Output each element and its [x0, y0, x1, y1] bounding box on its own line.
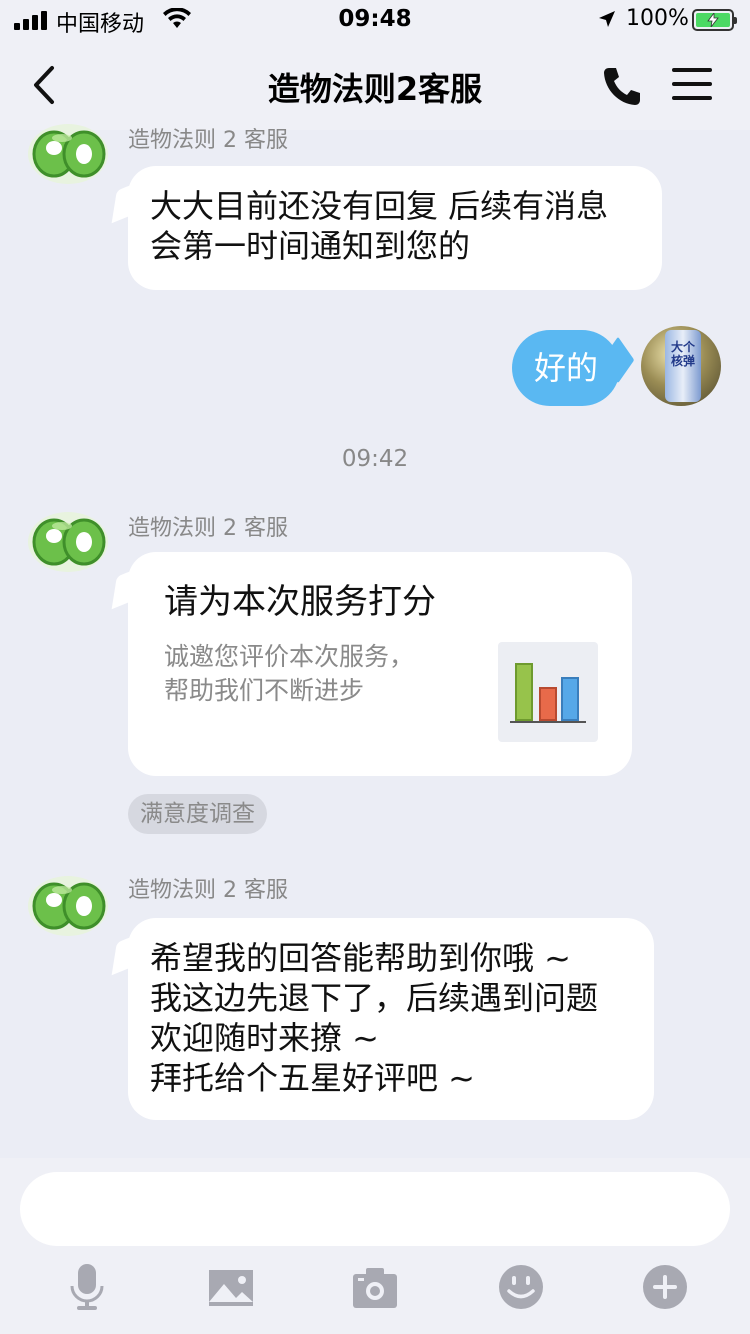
image-icon[interactable]	[206, 1262, 256, 1312]
message-bubble[interactable]: 希望我的回答能帮助到你哦 ~ 我这边先退下了，后续遇到问题 欢迎随时来撩 ~ 拜…	[128, 918, 654, 1120]
input-area	[0, 1158, 750, 1334]
nav-bar: 造物法则2客服	[0, 40, 750, 130]
plus-icon[interactable]	[640, 1262, 690, 1312]
user-message-bubble[interactable]: 好的	[512, 330, 620, 406]
card-description: 诚邀您评价本次服务， 帮助我们不断进步	[164, 640, 414, 708]
camera-icon[interactable]	[350, 1262, 400, 1312]
menu-icon[interactable]	[672, 68, 712, 102]
message-bubble[interactable]: 大大目前还没有回复 后续有消息 会第一时间通知到您的	[128, 166, 662, 290]
message-text: 大大目前还没有回复 后续有消息	[150, 187, 609, 225]
card-desc-line: 诚邀您评价本次服务，	[164, 642, 415, 671]
message-text: 我这边先退下了，后续遇到问题	[150, 979, 599, 1017]
card-title: 请为本次服务打分	[164, 582, 436, 622]
sender-name: 造物法则 2 客服	[128, 516, 288, 541]
message-text: 拜托给个五星好评吧 ~	[150, 1059, 475, 1097]
message-text: 会第一时间通知到您的	[150, 227, 471, 265]
sender-name: 造物法则 2 客服	[128, 878, 288, 903]
microphone-icon[interactable]	[62, 1262, 112, 1312]
message-input[interactable]	[20, 1172, 730, 1246]
rating-card[interactable]: 请为本次服务打分 诚邀您评价本次服务， 帮助我们不断进步	[128, 552, 632, 776]
bot-avatar[interactable]	[22, 108, 114, 200]
avatar-can-label: 大个核弹	[670, 340, 695, 368]
phone-icon[interactable]	[600, 64, 644, 108]
battery-percent: 100%	[626, 6, 689, 31]
location-icon	[599, 11, 615, 27]
message-text: 希望我的回答能帮助到你哦 ~	[150, 939, 571, 977]
message-text: 欢迎随时来撩 ~	[150, 1019, 379, 1057]
bot-avatar[interactable]	[22, 860, 114, 952]
user-avatar[interactable]: 大个核弹	[641, 326, 721, 406]
timestamp: 09:42	[341, 446, 409, 472]
bot-avatar[interactable]	[22, 496, 114, 588]
battery-icon	[692, 9, 737, 31]
sender-name: 造物法则 2 客服	[128, 128, 288, 153]
emoji-icon[interactable]	[496, 1262, 546, 1312]
card-desc-line: 帮助我们不断进步	[164, 676, 365, 705]
survey-tag[interactable]: 满意度调查	[128, 794, 267, 834]
message-text: 好的	[533, 349, 598, 387]
status-bar: 中国移动 09:48 100%	[0, 0, 750, 40]
bar-chart-icon	[498, 642, 598, 742]
